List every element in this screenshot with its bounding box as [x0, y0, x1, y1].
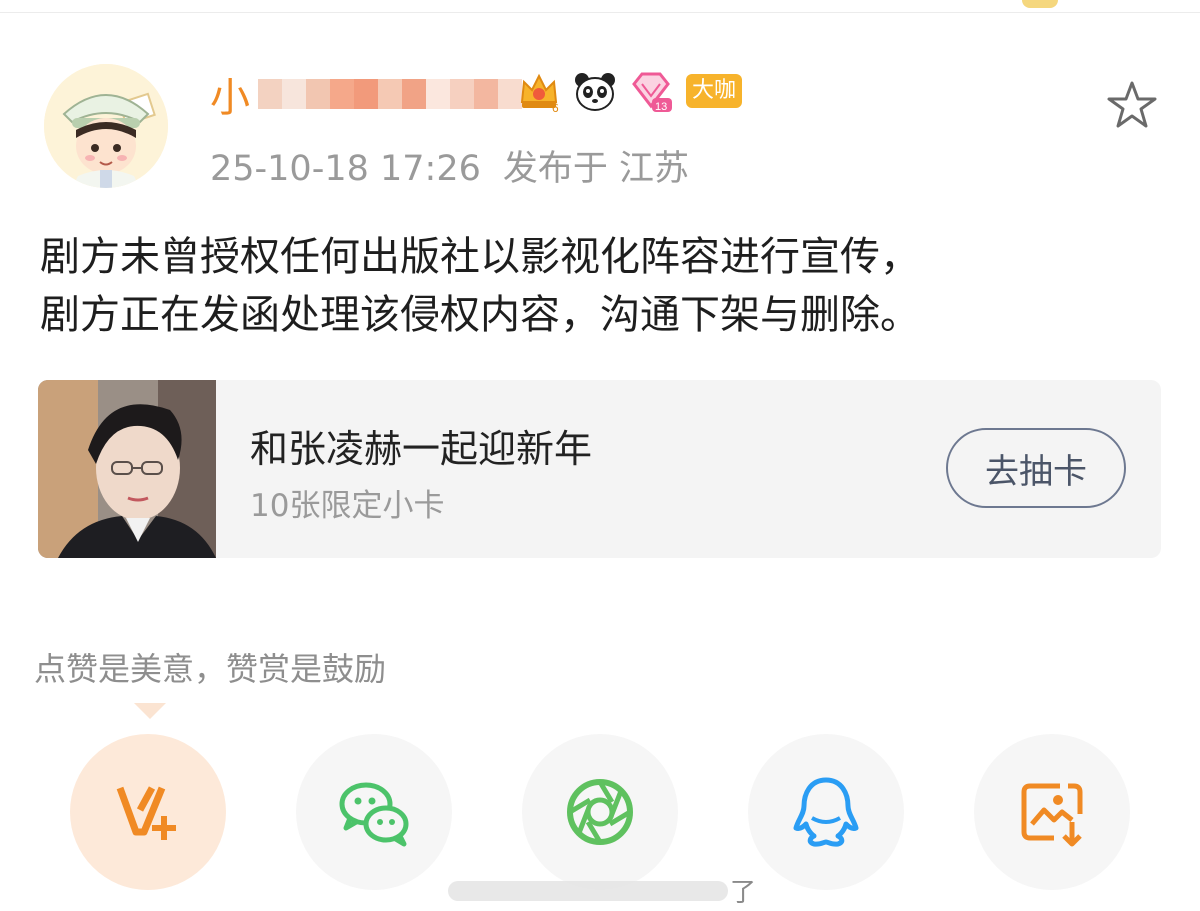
promo-card-title: 和张凌赫一起迎新年 [250, 427, 593, 471]
promo-card[interactable]: 和张凌赫一起迎新年 10张限定小卡 去抽卡 [38, 380, 1161, 558]
user-badges: 6 13 大咖 [516, 68, 743, 114]
watermark-char: 了 [730, 878, 757, 908]
svg-text:13: 13 [655, 101, 667, 113]
post-text-line: 剧方未曾授权任何出版社以影视化阵容进行宣传， [40, 234, 920, 280]
top-divider [0, 12, 1200, 13]
wechat-icon [339, 782, 409, 847]
share-moments-button[interactable] [522, 734, 678, 890]
diamond-level-icon: 13 [632, 72, 672, 113]
promo-card-image [38, 380, 216, 558]
watermark-blur [448, 880, 728, 901]
tip-pointer [134, 703, 166, 719]
post-location: 发布于 江苏 [502, 149, 689, 189]
dakao-badge: 大咖 [686, 74, 743, 108]
moments-icon [567, 779, 633, 845]
top-indicator [1022, 0, 1058, 8]
favorite-star-button[interactable] [1104, 78, 1160, 134]
watermark: 了 [448, 872, 756, 909]
post-timestamp: 25-10-18 17:26 [210, 149, 481, 189]
save-image-icon [1021, 783, 1083, 847]
share-qq-button[interactable] [748, 734, 904, 890]
user-avatar[interactable] [44, 64, 168, 188]
vip-reward-icon [116, 786, 176, 840]
post-body: 剧方未曾授权任何出版社以影视化阵容进行宣传， 剧方正在发函处理该侵权内容，沟通下… [40, 228, 1170, 344]
qq-icon [793, 777, 859, 847]
crown-level-icon: 6 [520, 73, 559, 114]
draw-card-button[interactable]: 去抽卡 [946, 428, 1126, 508]
reward-tip: 点赞是美意，赞赏是鼓励 [34, 650, 387, 688]
promo-card-subtitle: 10张限定小卡 [250, 488, 445, 524]
username-text: 小 [210, 75, 250, 121]
username-mosaic [258, 79, 522, 109]
vip-reward-button[interactable] [70, 734, 226, 890]
post-meta: 25-10-18 17:26 发布于 江苏 [210, 140, 689, 191]
panda-icon [575, 73, 615, 111]
share-wechat-button[interactable] [296, 734, 452, 890]
svg-text:6: 6 [552, 101, 559, 114]
avatar-illustration [44, 64, 168, 188]
share-row [70, 734, 1130, 894]
star-icon [1107, 81, 1157, 128]
save-image-button[interactable] [974, 734, 1130, 890]
post-text-line: 剧方正在发函处理该侵权内容，沟通下架与删除。 [40, 292, 920, 338]
username[interactable]: 小 [210, 70, 522, 121]
